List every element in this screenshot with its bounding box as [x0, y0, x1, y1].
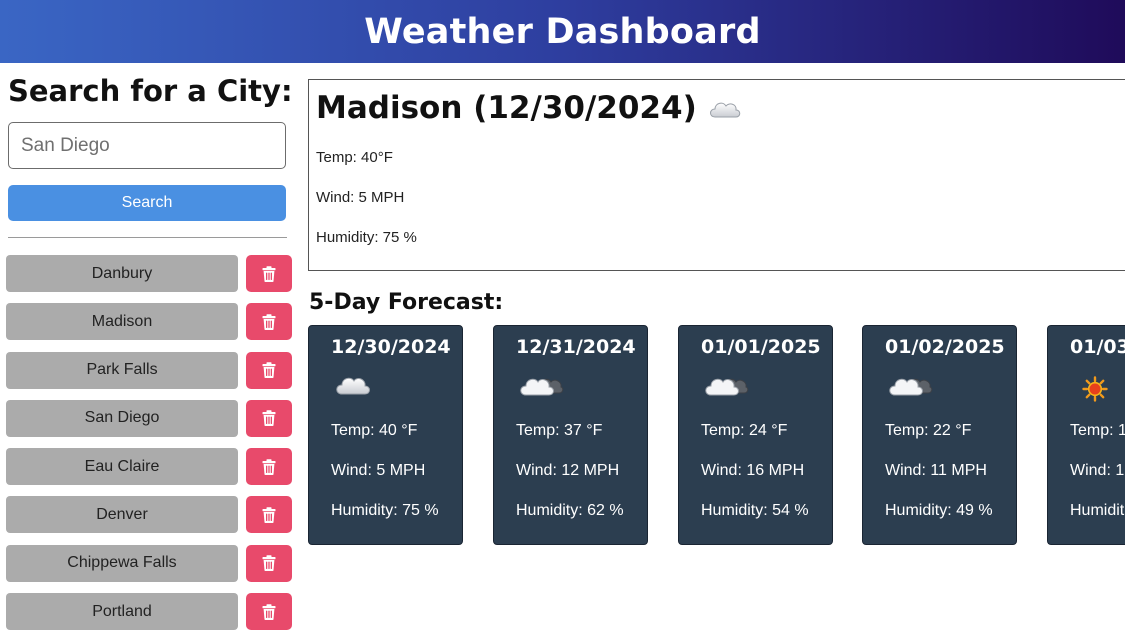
city-history-row: San Diego: [6, 399, 296, 437]
delete-city-button[interactable]: [246, 448, 292, 486]
forecast-wind: Wind: 1: [1070, 462, 1125, 479]
forecast-date: 12/31/2024: [516, 336, 636, 358]
dark-cloud-icon: [887, 370, 933, 402]
forecast-card: 12/31/2024 Temp: 37 °F Wind: 12 MPH Humi…: [493, 325, 648, 545]
delete-city-button[interactable]: [246, 544, 292, 582]
delete-city-button[interactable]: [246, 593, 292, 631]
city-history-row: Eau Claire: [6, 448, 296, 486]
dark-cloud-icon: [518, 370, 564, 402]
current-temp: Temp: 40°F: [316, 149, 393, 166]
forecast-humidity: Humidity: 75 %: [331, 502, 439, 519]
forecast-wind: Wind: 12 MPH: [516, 462, 620, 479]
dark-cloud-icon: [703, 370, 749, 402]
forecast-humidity: Humidit: [1070, 502, 1125, 519]
trash-icon: [262, 362, 276, 379]
forecast-card: 01/02/2025 Temp: 22 °F Wind: 11 MPH Humi…: [862, 325, 1017, 545]
search-button[interactable]: Search: [8, 185, 286, 221]
city-history-row: Denver: [6, 496, 296, 534]
trash-icon: [262, 458, 276, 475]
city-button-denver[interactable]: Denver: [6, 496, 238, 534]
forecast-temp: Temp: 19: [1070, 422, 1125, 439]
trash-icon: [262, 603, 276, 620]
city-button-chippewa-falls[interactable]: Chippewa Falls: [6, 544, 238, 582]
forecast-heading: 5-Day Forecast:: [309, 290, 504, 315]
current-humidity: Humidity: 75 %: [316, 229, 417, 246]
forecast-card: 01/01/2025 Temp: 24 °F Wind: 16 MPH Humi…: [678, 325, 833, 545]
cloud-icon: [333, 370, 373, 402]
trash-icon: [262, 314, 276, 330]
trash-icon: [262, 507, 276, 523]
delete-city-button[interactable]: [246, 351, 292, 389]
trash-icon: [262, 410, 276, 427]
forecast-date: 01/02/2025: [885, 336, 1005, 358]
city-button-portland[interactable]: Portland: [6, 593, 238, 631]
forecast-wind: Wind: 11 MPH: [885, 462, 987, 479]
forecast-humidity: Humidity: 62 %: [516, 502, 624, 519]
delete-city-button[interactable]: [246, 399, 292, 437]
cloud-icon: [707, 96, 743, 120]
city-history-row: Danbury: [6, 255, 296, 292]
forecast-wind: Wind: 16 MPH: [701, 462, 805, 479]
forecast-card: 12/30/2024 Temp: 40 °F Wind: 5 MPH Humid…: [308, 325, 463, 545]
trash-icon: [262, 265, 276, 282]
delete-city-button[interactable]: [246, 303, 292, 341]
forecast-date: 01/03/: [1070, 336, 1125, 358]
city-button-madison[interactable]: Madison: [6, 303, 238, 341]
current-weather-card: Madison (12/30/2024) Temp: 40°F Wind: 5 …: [308, 79, 1125, 271]
forecast-date: 12/30/2024: [331, 336, 451, 358]
page-title: Weather Dashboard: [364, 11, 761, 52]
city-button-danbury[interactable]: Danbury: [6, 255, 238, 292]
forecast-temp: Temp: 22 °F: [885, 422, 972, 439]
divider: [8, 237, 287, 238]
city-history-row: Chippewa Falls: [6, 544, 296, 582]
forecast-card: 01/03/ Temp: 19 Wind: 1 Humidit: [1047, 325, 1125, 545]
city-button-san-diego[interactable]: San Diego: [6, 399, 238, 437]
city-button-park-falls[interactable]: Park Falls: [6, 351, 238, 389]
forecast-wind: Wind: 5 MPH: [331, 462, 426, 479]
city-button-eau-claire[interactable]: Eau Claire: [6, 448, 238, 486]
delete-city-button[interactable]: [246, 255, 292, 292]
app-header: Weather Dashboard: [0, 0, 1125, 63]
forecast-humidity: Humidity: 54 %: [701, 502, 809, 519]
forecast-temp: Temp: 24 °F: [701, 422, 788, 439]
search-input[interactable]: [8, 122, 286, 169]
forecast-temp: Temp: 37 °F: [516, 422, 603, 439]
city-history-list: Danbury Madison Park Falls San Diego Eau…: [6, 255, 296, 641]
forecast-temp: Temp: 40 °F: [331, 422, 418, 439]
forecast-date: 01/01/2025: [701, 336, 821, 358]
search-heading: Search for a City:: [8, 74, 293, 108]
city-history-row: Park Falls: [6, 351, 296, 389]
city-history-row: Madison: [6, 303, 296, 341]
current-weather-title: Madison (12/30/2024): [316, 90, 743, 126]
forecast-humidity: Humidity: 49 %: [885, 502, 993, 519]
delete-city-button[interactable]: [246, 496, 292, 534]
city-history-row: Portland: [6, 593, 296, 631]
current-city-date: Madison (12/30/2024): [316, 90, 697, 126]
sun-icon: [1082, 376, 1108, 406]
trash-icon: [262, 555, 276, 572]
current-wind: Wind: 5 MPH: [316, 189, 405, 206]
